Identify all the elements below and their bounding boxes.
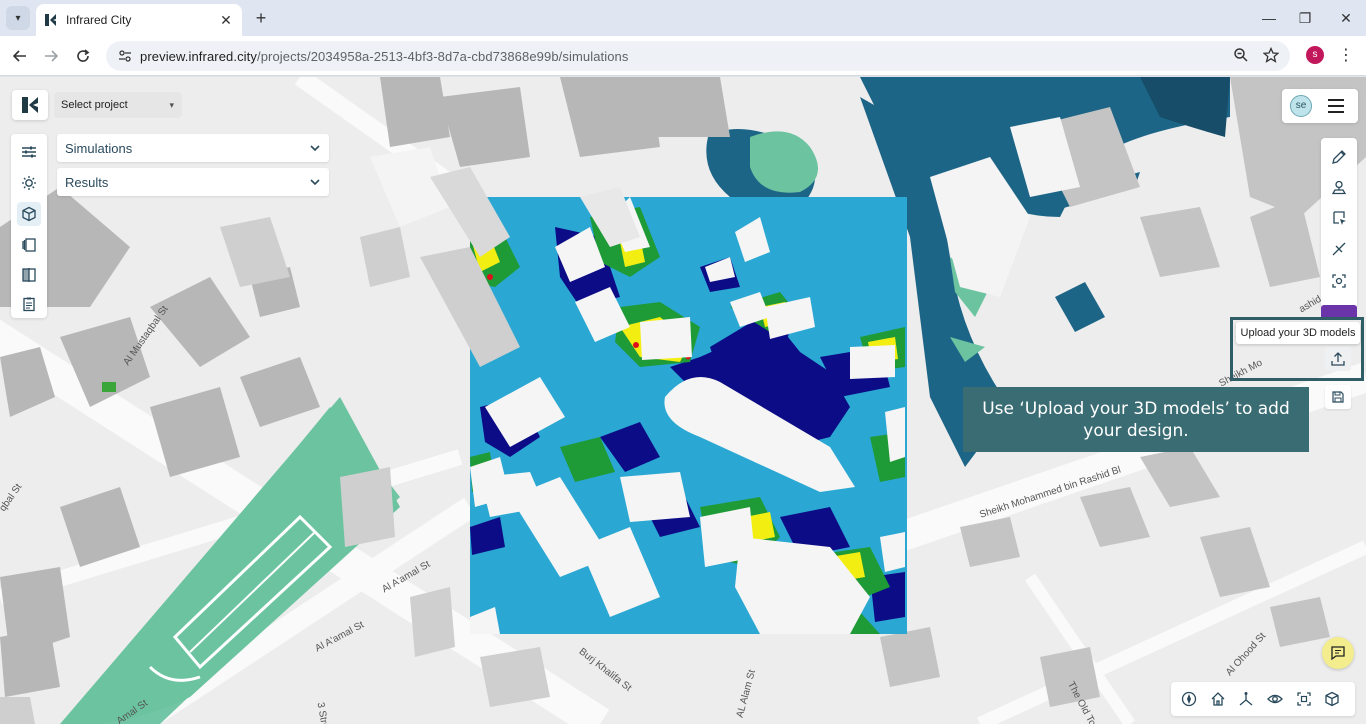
browser-tab[interactable]: Infrared City ✕ (36, 4, 242, 36)
upload-icon (1331, 352, 1345, 366)
purple-tool-tab[interactable] (1321, 305, 1357, 317)
new-tab-button[interactable]: + (250, 7, 272, 29)
eye-icon[interactable] (1264, 688, 1286, 710)
results-panel[interactable]: Results (57, 168, 329, 196)
reload-icon[interactable] (71, 44, 95, 68)
tab-title: Infrared City (66, 13, 132, 27)
right-tool-rail (1321, 138, 1357, 308)
fit-screen-icon[interactable] (1293, 688, 1315, 710)
close-window-button[interactable]: ✕ (1326, 6, 1366, 30)
select-area-icon[interactable] (1328, 207, 1350, 229)
browser-tab-strip: ▾ Infrared City ✕ + — ❐ ✕ (0, 0, 1366, 36)
sliders-icon[interactable] (17, 140, 41, 164)
home-icon[interactable] (1207, 688, 1229, 710)
address-bar[interactable]: preview.infrared.city/projects/2034958a-… (106, 41, 1290, 71)
sun-icon[interactable] (17, 171, 41, 195)
bookmark-star-icon[interactable] (1260, 44, 1282, 66)
chevron-down-icon: ▾ (169, 99, 174, 110)
simulations-panel-label: Simulations (65, 140, 133, 156)
site-info-icon[interactable] (114, 45, 136, 67)
pencil-icon[interactable] (1328, 146, 1350, 168)
user-avatar[interactable]: se (1290, 95, 1312, 117)
compare-icon[interactable] (17, 263, 41, 287)
left-tool-rail (11, 134, 47, 318)
browser-menu-icon[interactable]: ⋮ (1336, 44, 1356, 68)
tab-search-button[interactable]: ▾ (6, 6, 30, 30)
map-viewport[interactable]: Al Mustaqbal St qbal St Al A'amal St Al … (0, 77, 1366, 724)
project-select-label: Select project (61, 99, 128, 111)
focus-icon[interactable] (1328, 270, 1350, 292)
instruction-callout: Use ‘Upload your 3D models’ to add your … (963, 387, 1309, 452)
save-button[interactable] (1325, 385, 1351, 409)
zoom-icon[interactable] (1230, 44, 1252, 66)
infrared-logo[interactable] (12, 90, 48, 120)
chevron-down-icon (310, 145, 320, 152)
infrared-logo-icon (22, 97, 38, 113)
3d-view-cube-icon[interactable] (1321, 688, 1343, 710)
infrared-favicon-icon (44, 13, 58, 27)
save-icon (1332, 391, 1344, 403)
results-panel-label: Results (65, 174, 109, 190)
browser-toolbar: preview.infrared.city/projects/2034958a-… (0, 36, 1366, 76)
upload-3d-models-button[interactable] (1325, 347, 1351, 371)
minimize-button[interactable]: — (1249, 6, 1289, 30)
panels-icon[interactable] (17, 233, 41, 257)
chevron-down-icon (310, 179, 320, 186)
chat-bubble-icon (1331, 646, 1345, 661)
simulations-panel[interactable]: Simulations (57, 134, 329, 162)
bottom-toolbar (1171, 682, 1355, 716)
back-arrow-icon[interactable] (8, 44, 32, 68)
forward-arrow-icon[interactable] (39, 44, 63, 68)
user-menu: se (1282, 89, 1358, 123)
simulation-heatmap (470, 187, 907, 634)
upload-tooltip: Upload your 3D models (1236, 322, 1360, 344)
hamburger-menu-icon[interactable] (1326, 96, 1346, 116)
cube-icon[interactable] (17, 202, 41, 226)
report-icon[interactable] (17, 292, 41, 316)
chat-button[interactable] (1322, 637, 1354, 669)
compass-icon[interactable] (1178, 688, 1200, 710)
profile-avatar[interactable]: s (1306, 46, 1324, 64)
axes-icon[interactable] (1235, 688, 1257, 710)
url-text: preview.infrared.city/projects/2034958a-… (140, 48, 629, 64)
location-person-icon[interactable] (1328, 176, 1350, 198)
tab-close-icon[interactable]: ✕ (218, 12, 234, 29)
restore-button[interactable]: ❐ (1285, 6, 1325, 30)
wind-direction-icon[interactable] (1328, 238, 1350, 260)
project-select-dropdown[interactable]: Select project ▾ (54, 92, 182, 118)
